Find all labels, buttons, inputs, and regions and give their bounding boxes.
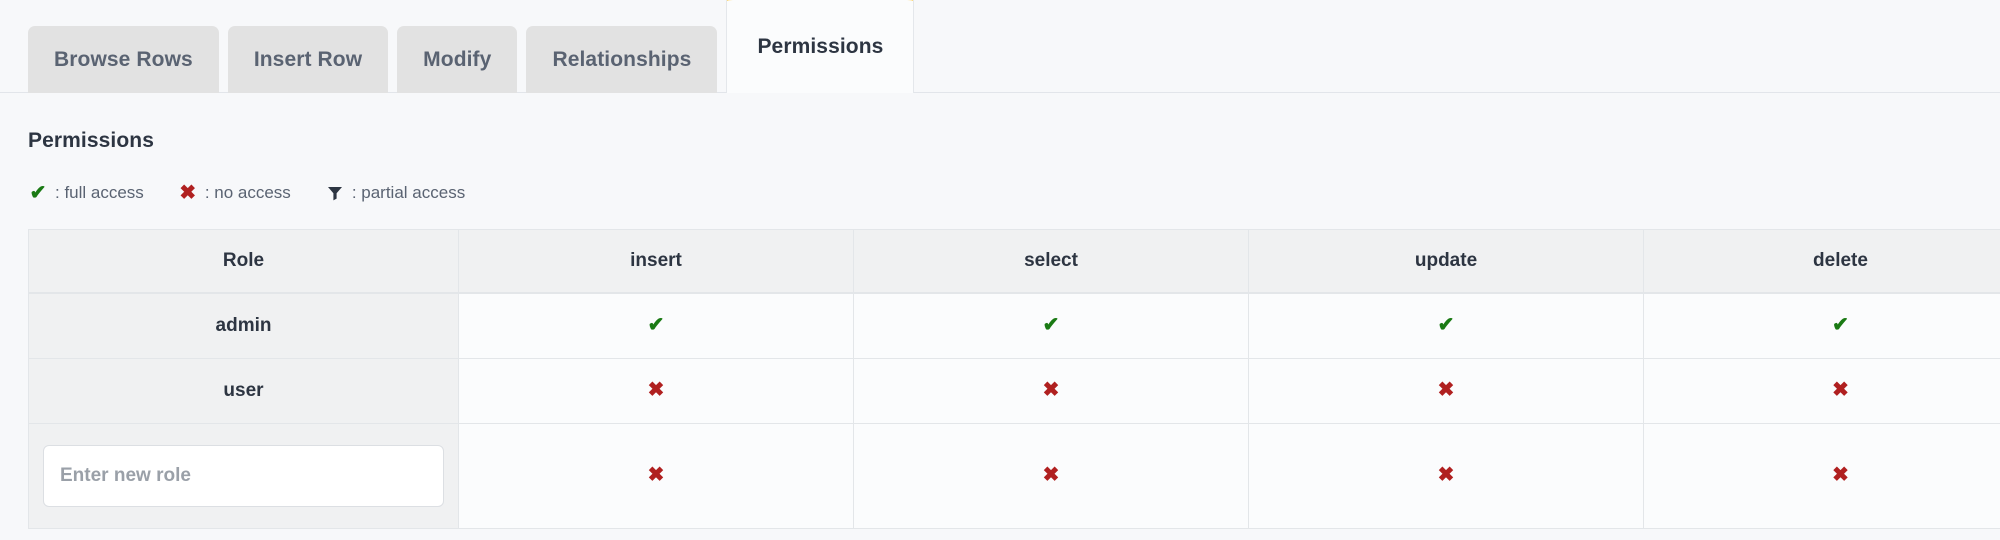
permission-cell-user-update[interactable]: ✖ <box>1248 358 1643 423</box>
tab-bar: Browse Rows Insert Row Modify Relationsh… <box>0 0 2000 93</box>
new-role-input[interactable] <box>43 445 444 507</box>
permissions-panel: Permissions ✔ : full access ✖ : no acces… <box>0 93 2000 529</box>
permission-cell-user-delete[interactable]: ✖ <box>1643 358 2000 423</box>
permissions-table: Role insert select update delete admin ✔… <box>28 229 2000 529</box>
tab-label: Modify <box>423 47 492 71</box>
check-icon: ✔ <box>1042 314 1060 336</box>
legend-label: : full access <box>55 183 144 202</box>
tab-permissions[interactable]: Permissions <box>726 0 915 93</box>
cross-icon: ✖ <box>1437 379 1455 401</box>
table-row: admin ✔ ✔ ✔ ✔ <box>28 293 2000 358</box>
permission-cell-admin-insert[interactable]: ✔ <box>458 293 853 358</box>
permission-cell-new-insert[interactable]: ✖ <box>458 423 853 529</box>
legend: ✔ : full access ✖ : no access : partial … <box>28 183 1972 203</box>
cross-icon: ✖ <box>1042 379 1060 401</box>
tab-modify[interactable]: Modify <box>397 26 518 93</box>
tab-insert-row[interactable]: Insert Row <box>227 26 389 93</box>
tab-label: Permissions <box>757 34 884 58</box>
permission-cell-admin-select[interactable]: ✔ <box>853 293 1248 358</box>
legend-item-partial-access: : partial access <box>325 183 465 203</box>
permission-cell-new-update[interactable]: ✖ <box>1248 423 1643 529</box>
permission-cell-admin-update[interactable]: ✔ <box>1248 293 1643 358</box>
check-icon: ✔ <box>29 182 47 204</box>
permission-cell-new-select[interactable]: ✖ <box>853 423 1248 529</box>
new-role-cell <box>28 423 458 529</box>
cross-icon: ✖ <box>1832 379 1849 401</box>
permission-cell-user-select[interactable]: ✖ <box>853 358 1248 423</box>
legend-label: : partial access <box>351 183 466 202</box>
permission-cell-new-delete[interactable]: ✖ <box>1643 423 2000 529</box>
tab-browse-rows[interactable]: Browse Rows <box>28 26 219 93</box>
column-header-role: Role <box>28 229 458 293</box>
check-icon: ✔ <box>1437 314 1455 336</box>
column-header-insert: insert <box>458 229 853 293</box>
column-header-delete: delete <box>1643 229 2000 293</box>
table-body: admin ✔ ✔ ✔ ✔ user ✖ ✖ ✖ ✖ Enter new rol… <box>28 293 2000 529</box>
legend-item-full-access: ✔ : full access <box>28 183 144 203</box>
table-header: Role insert select update delete <box>28 229 2000 293</box>
funnel-icon <box>325 185 345 201</box>
tab-label: Insert Row <box>253 47 363 71</box>
tab-label: Browse Rows <box>54 47 193 71</box>
cross-icon: ✖ <box>647 464 665 486</box>
column-header-update: update <box>1248 229 1643 293</box>
legend-label: : no access <box>204 183 291 202</box>
table-row-new-role: ✖ ✖ ✖ ✖ <box>28 423 2000 529</box>
cross-icon: ✖ <box>1437 464 1455 486</box>
check-icon: ✔ <box>647 314 665 336</box>
legend-item-no-access: ✖ : no access <box>178 182 291 204</box>
column-header-select: select <box>853 229 1248 293</box>
tab-label: Relationships <box>552 47 692 71</box>
check-icon: ✔ <box>1832 314 1849 336</box>
cross-icon: ✖ <box>179 182 197 204</box>
cross-icon: ✖ <box>1832 464 1849 486</box>
role-name-admin: admin <box>28 293 458 358</box>
permission-cell-admin-delete[interactable]: ✔ <box>1643 293 2000 358</box>
permissions-table-wrap: Role insert select update delete admin ✔… <box>28 229 2000 529</box>
role-name-user: user <box>28 358 458 423</box>
page-title: Permissions <box>28 129 154 152</box>
table-header-row: Role insert select update delete <box>28 229 2000 293</box>
table-row: user ✖ ✖ ✖ ✖ <box>28 358 2000 423</box>
cross-icon: ✖ <box>1042 464 1060 486</box>
permission-cell-user-insert[interactable]: ✖ <box>458 358 853 423</box>
cross-icon: ✖ <box>647 379 665 401</box>
tab-relationships[interactable]: Relationships <box>526 26 718 93</box>
